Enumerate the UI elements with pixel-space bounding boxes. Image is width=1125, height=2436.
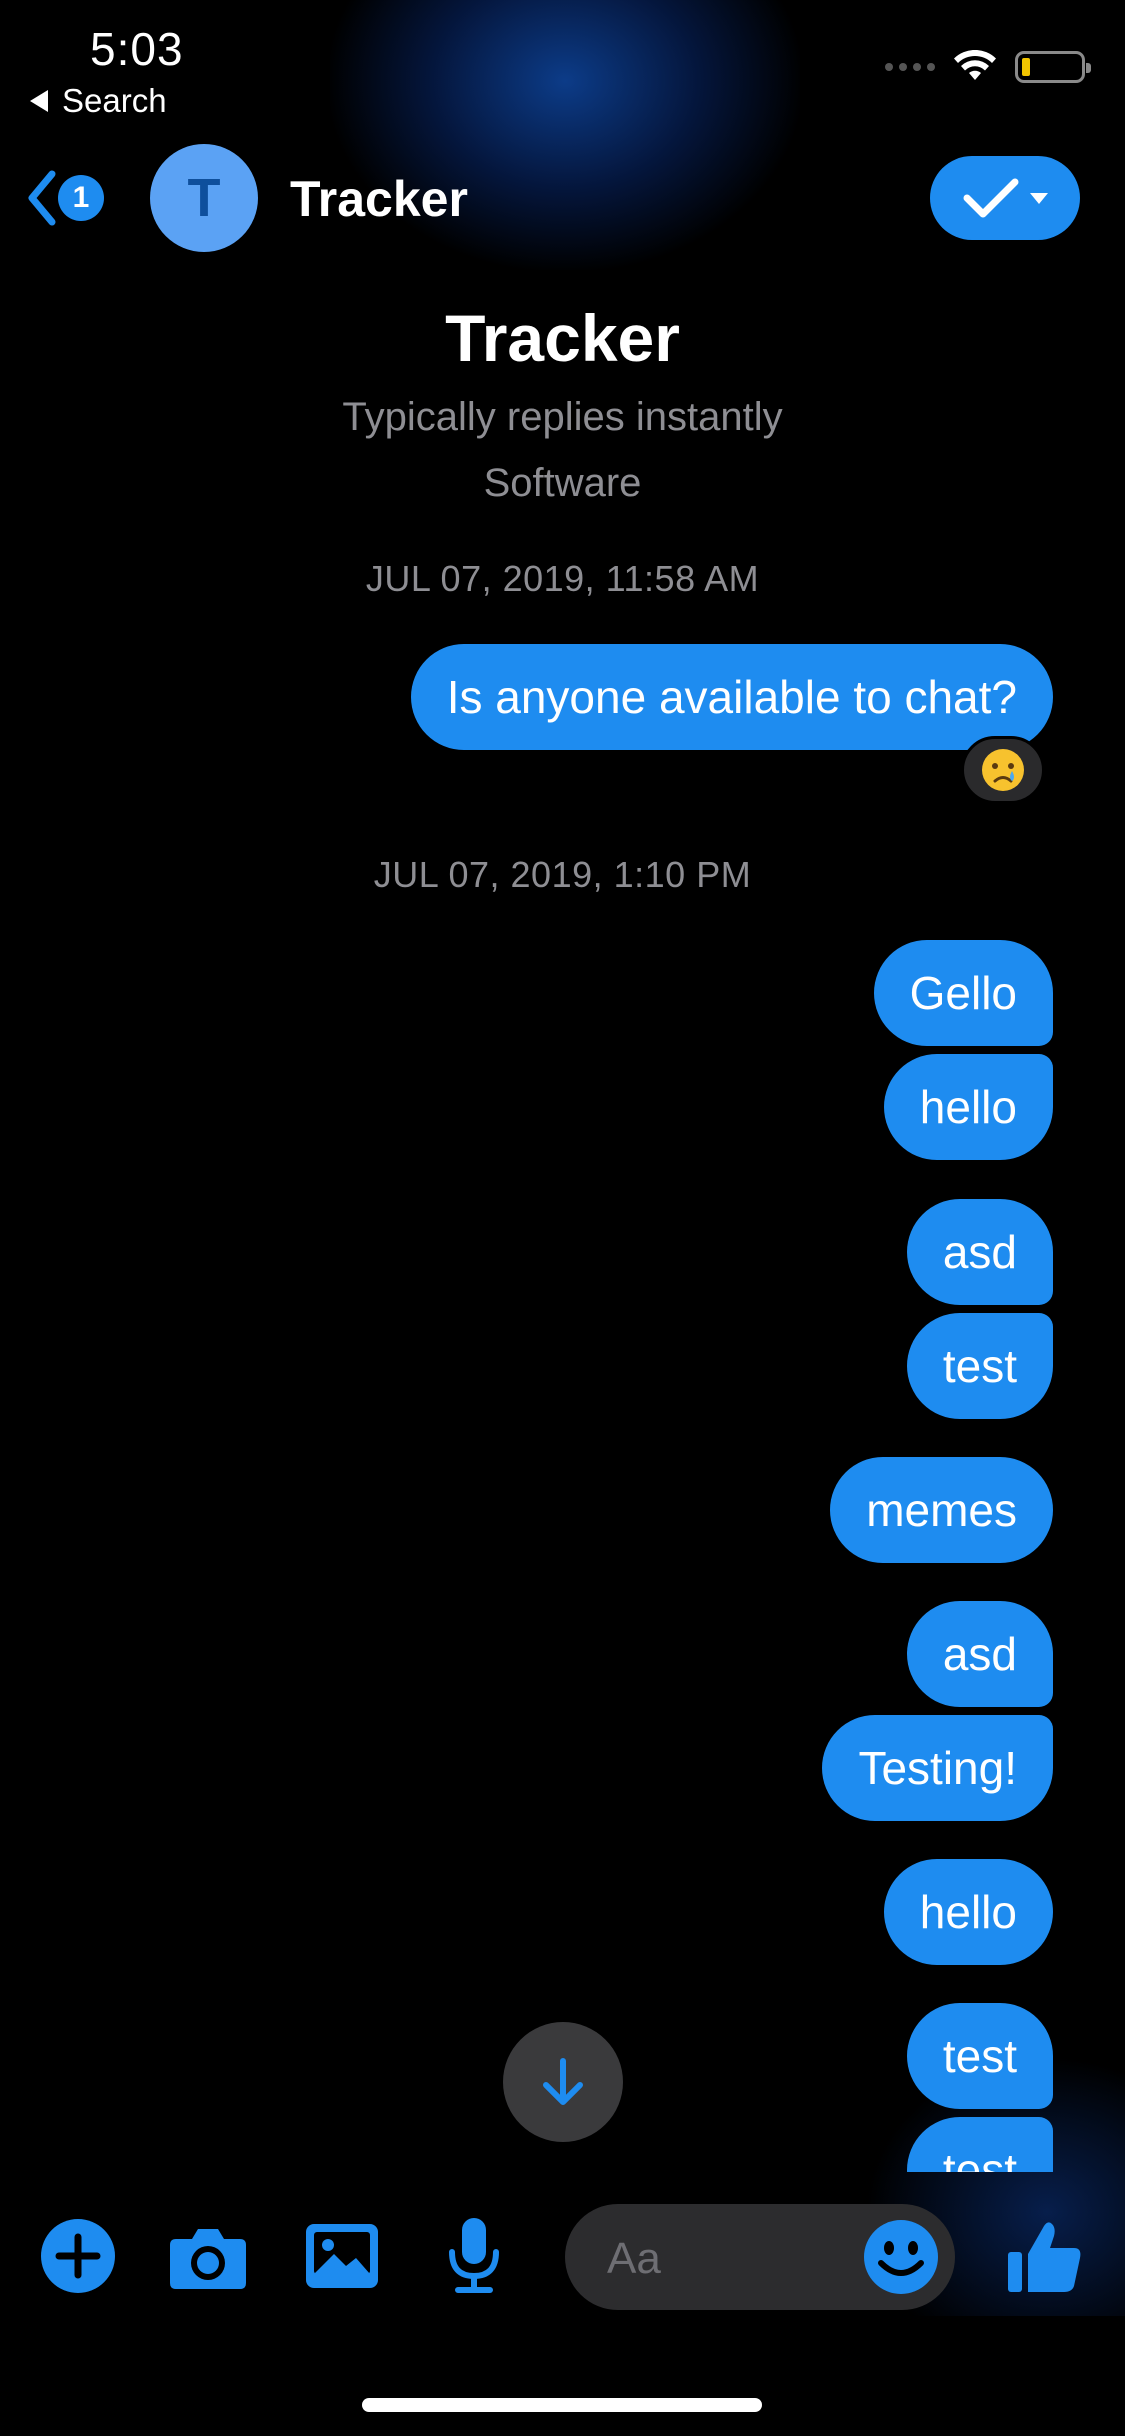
- message-bubble[interactable]: test: [906, 2117, 1053, 2172]
- home-indicator[interactable]: [362, 2398, 762, 2412]
- timestamp: JUL 07, 2019, 11:58 AM: [365, 558, 760, 599]
- message-bubble[interactable]: asd: [906, 1601, 1053, 1707]
- like-button[interactable]: [1004, 2216, 1084, 2296]
- message-bubble[interactable]: Is anyone available to chat?: [410, 644, 1053, 750]
- message-list[interactable]: JUL 07, 2019, 11:58 AM Is anyone availab…: [0, 0, 1125, 2172]
- message-bubble[interactable]: Gello: [873, 940, 1053, 1046]
- message-bubble[interactable]: test: [906, 1313, 1053, 1419]
- message-bubble[interactable]: memes: [830, 1457, 1053, 1563]
- timestamp: JUL 07, 2019, 1:10 PM: [373, 854, 752, 895]
- scroll-to-bottom-button[interactable]: [503, 2022, 623, 2142]
- crying-face-icon: [982, 749, 1024, 791]
- message-bubble[interactable]: Testing!: [822, 1715, 1053, 1821]
- microphone-icon: [449, 2218, 499, 2293]
- photo-button[interactable]: [302, 2216, 382, 2296]
- emoji-icon[interactable]: [861, 2217, 941, 2297]
- camera-icon: [170, 2229, 246, 2289]
- reaction-badge[interactable]: [961, 736, 1045, 804]
- message-bubble[interactable]: hello: [883, 1859, 1053, 1965]
- arrow-down-icon: [543, 2058, 583, 2105]
- plus-icon: [41, 2219, 115, 2293]
- microphone-button[interactable]: [434, 2216, 514, 2296]
- message-bubble[interactable]: hello: [883, 1054, 1053, 1160]
- camera-button[interactable]: [168, 2216, 248, 2296]
- message-input-placeholder: Aa: [607, 2234, 661, 2283]
- message-input[interactable]: Aa: [565, 2204, 955, 2310]
- message-bubble[interactable]: asd: [906, 1199, 1053, 1305]
- plus-button[interactable]: [38, 2216, 118, 2296]
- message-bubble[interactable]: test: [906, 2003, 1053, 2109]
- photo-icon: [306, 2224, 378, 2288]
- thumbs-up-icon: [1008, 2222, 1081, 2292]
